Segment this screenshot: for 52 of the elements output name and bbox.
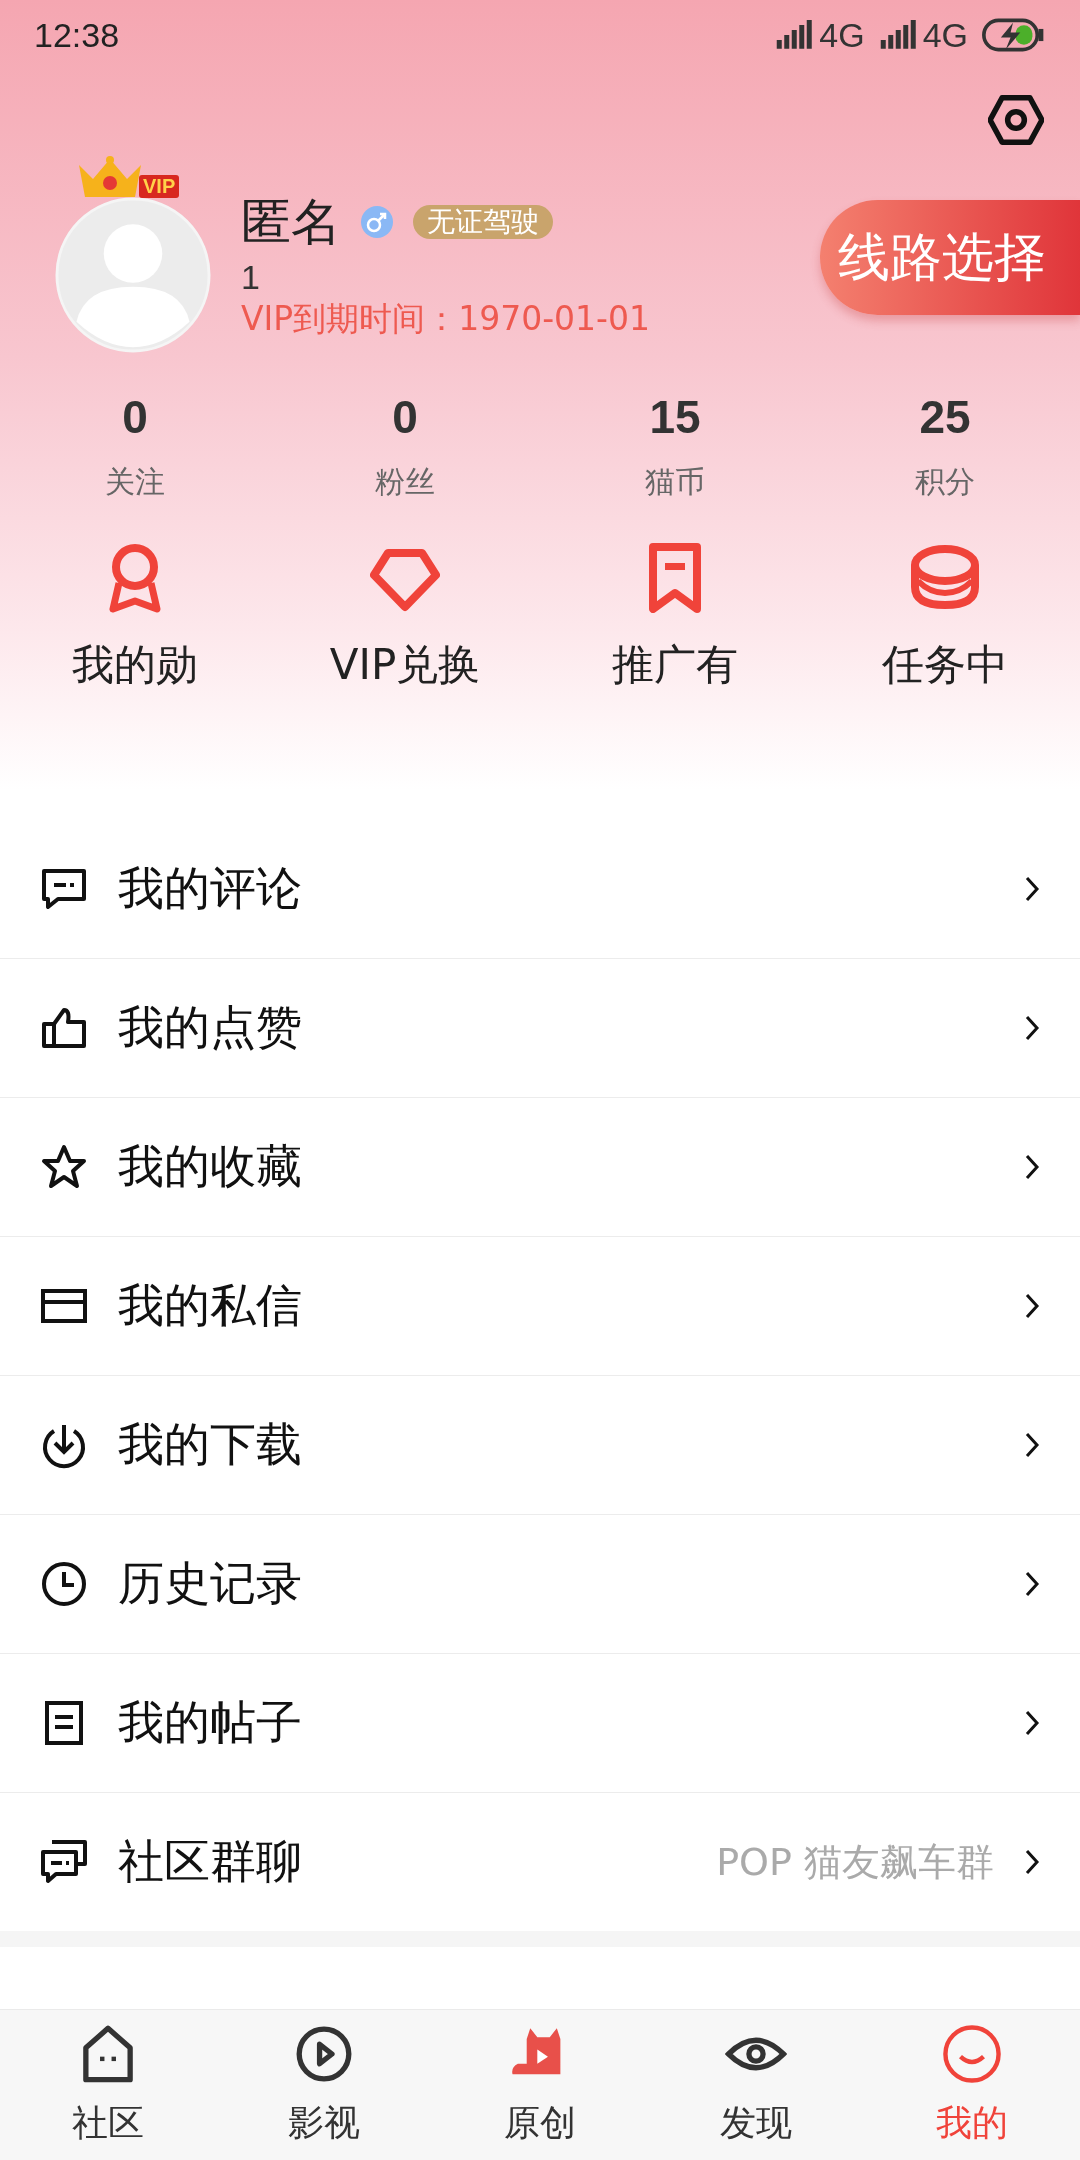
network-label: 4G	[819, 15, 865, 55]
nav-tab[interactable]: 原创	[432, 2010, 648, 2160]
menu-item[interactable]: 社区群聊 POP 猫友飙车群	[0, 1793, 1080, 1931]
chevron-icon	[1024, 1014, 1040, 1042]
menu-item[interactable]: 我的帖子	[0, 1654, 1080, 1793]
clock-icon	[40, 1560, 88, 1608]
vip-expiry: VIP到期时间：1970-01-01	[241, 297, 651, 340]
menu-item[interactable]: 我的收藏	[0, 1098, 1080, 1237]
nav-tab[interactable]: 影视	[216, 2010, 432, 2160]
nav-tab[interactable]: 社区	[0, 2010, 216, 2160]
vip-badge: VIP	[139, 175, 180, 198]
stat-value: 0	[122, 390, 148, 444]
route-select-button[interactable]: 线路选择	[820, 200, 1080, 315]
stat-value: 25	[919, 390, 971, 444]
title-badge: 无证驾驶	[413, 205, 553, 239]
menu-item[interactable]: 我的下载	[0, 1376, 1080, 1515]
battery-icon	[980, 18, 1046, 52]
settings-icon[interactable]	[988, 95, 1044, 145]
stat-label: 关注	[105, 463, 165, 501]
stat-value: 15	[649, 390, 701, 444]
menu-item[interactable]: 我的点赞	[0, 959, 1080, 1098]
feature-label[interactable]: 推广有	[612, 637, 738, 693]
chevron-icon	[1024, 1709, 1040, 1737]
stat-label: 积分	[915, 463, 975, 501]
menu-item[interactable]: 我的私信	[0, 1237, 1080, 1376]
chevron-icon	[1024, 1153, 1040, 1181]
chevron-icon	[1024, 1848, 1040, 1876]
network-label: 4G	[922, 15, 968, 55]
chat-icon	[40, 1838, 88, 1886]
nav-tab[interactable]: 发现	[648, 2010, 864, 2160]
nav-tab[interactable]: 我的	[864, 2010, 1080, 2160]
avatar[interactable]	[55, 197, 211, 353]
group-name: POP 猫友飙车群	[716, 1838, 994, 1886]
feature-label[interactable]: 我的勋	[72, 637, 198, 693]
feature-label[interactable]: VIP兑换	[329, 637, 481, 693]
crown-icon	[77, 155, 143, 199]
chevron-icon	[1024, 1292, 1040, 1320]
menu-item[interactable]: 历史记录	[0, 1515, 1080, 1654]
male-icon	[361, 206, 393, 238]
menu-item[interactable]: 我的评论	[0, 820, 1080, 959]
feature-label[interactable]: 任务中	[882, 637, 1008, 693]
status-time: 12:38	[34, 15, 120, 55]
chevron-icon	[1024, 875, 1040, 903]
chevron-icon	[1024, 1431, 1040, 1459]
stat-label: 猫币	[645, 463, 705, 501]
chevron-icon	[1024, 1570, 1040, 1598]
user-name: 匿名	[241, 191, 341, 253]
stat-value: 0	[392, 390, 418, 444]
user-id: 1	[241, 257, 261, 297]
star-icon	[40, 1143, 88, 1191]
stat-label: 粉丝	[375, 463, 435, 501]
smile-icon	[941, 2022, 1003, 2085]
